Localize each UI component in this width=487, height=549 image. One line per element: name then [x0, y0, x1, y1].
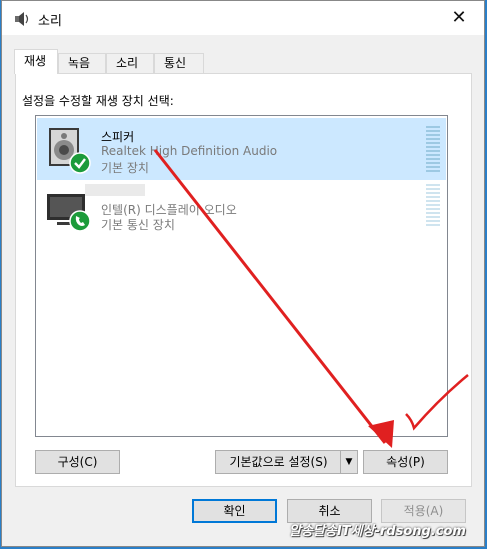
device-list[interactable]: 스피커 Realtek High Definition Audio 기본 장치 … — [35, 115, 448, 437]
close-button[interactable]: ✕ — [444, 4, 474, 32]
watermark: 알송달송IT세상-rdsong.com — [289, 524, 466, 539]
speaker-small-icon — [15, 12, 29, 26]
set-default-label: 기본값으로 설정(S) — [229, 455, 328, 469]
device-name: 스피커 — [101, 130, 135, 144]
title-bar[interactable]: 소리 ✕ — [2, 1, 484, 35]
tab-label: 통신 — [164, 56, 187, 70]
configure-button[interactable]: 구성(C) — [35, 450, 120, 474]
volume-meter — [426, 184, 440, 228]
chevron-down-icon[interactable]: ▼ — [340, 451, 357, 473]
device-item-display-audio[interactable]: 인텔(R) 디스플레이 오디오 기본 통신 장치 — [37, 180, 446, 242]
properties-button[interactable]: 속성(P) — [363, 450, 448, 474]
check-badge-icon — [69, 152, 91, 174]
ok-button[interactable]: 확인 — [192, 499, 277, 523]
tab-recording[interactable]: 녹음 — [58, 53, 106, 73]
instruction-label: 설정을 수정할 재생 장치 선택: — [22, 94, 174, 108]
phone-badge-icon — [69, 210, 91, 232]
tab-label: 재생 — [24, 54, 47, 68]
device-item-speaker[interactable]: 스피커 Realtek High Definition Audio 기본 장치 — [37, 118, 446, 180]
device-driver: Realtek High Definition Audio — [101, 144, 278, 158]
volume-meter — [426, 126, 440, 174]
window-title: 소리 — [38, 14, 62, 29]
device-status: 기본 장치 — [101, 161, 149, 175]
device-status: 기본 통신 장치 — [101, 218, 175, 232]
tab-label: 소리 — [116, 56, 139, 70]
tab-playback[interactable]: 재생 — [14, 49, 58, 74]
sound-dialog: 소리 ✕ 재생 녹음 소리 통신 설정을 수정할 재생 장치 선택: 스피커 R… — [1, 0, 485, 547]
redacted-area — [85, 184, 145, 196]
tab-label: 녹음 — [68, 56, 91, 70]
set-default-button[interactable]: 기본값으로 설정(S) ▼ — [215, 450, 358, 474]
tab-sounds[interactable]: 소리 — [106, 53, 154, 73]
close-icon: ✕ — [451, 7, 467, 28]
tab-communications[interactable]: 통신 — [154, 53, 204, 73]
